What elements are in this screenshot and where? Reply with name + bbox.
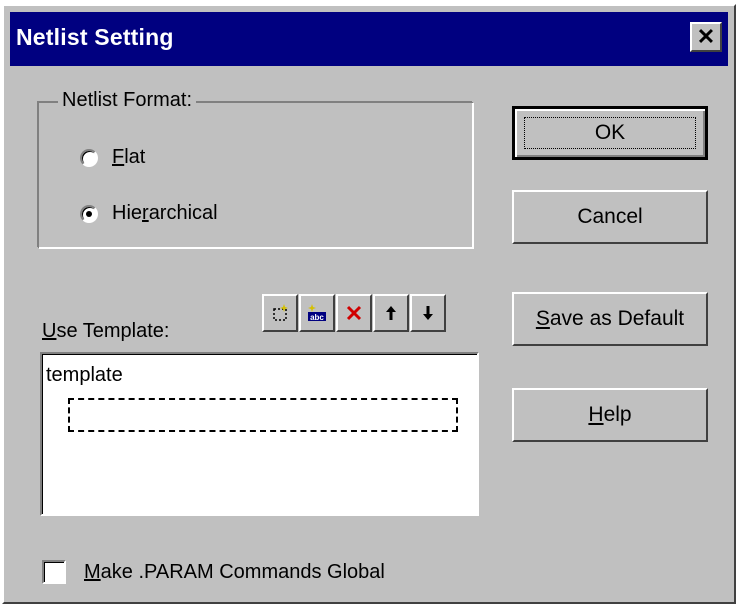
flat-label: Flat	[112, 146, 146, 168]
delete-template-button[interactable]	[336, 294, 372, 332]
help-label: Help	[588, 403, 632, 426]
netlist-format-legend: Netlist Format:	[58, 89, 197, 112]
netlist-format-group: Netlist Format: Flat Hierarchical	[38, 89, 473, 248]
svg-text:abc: abc	[310, 313, 324, 322]
help-button[interactable]: Help	[512, 388, 708, 442]
hierarchical-label: Hierarchical	[112, 202, 218, 224]
hierarchical-radio-option[interactable]: Hierarchical	[80, 202, 218, 225]
save-as-default-label: Save as Default	[535, 307, 685, 330]
move-up-icon	[386, 306, 396, 320]
make-param-global-checkbox[interactable]	[42, 560, 66, 584]
flat-radio[interactable]	[80, 148, 98, 167]
move-down-button[interactable]	[410, 294, 446, 332]
cancel-label: Cancel	[577, 205, 643, 228]
netlist-setting-dialog: Netlist Setting ✕ Netlist Format: Flat H…	[2, 4, 736, 604]
move-up-button[interactable]	[373, 294, 409, 332]
template-toolbar: abc	[262, 294, 447, 332]
save-as-default-button[interactable]: Save as Default	[512, 292, 708, 346]
window-title: Netlist Setting	[16, 24, 174, 50]
rename-icon: abc	[308, 304, 326, 322]
move-down-icon	[423, 306, 433, 320]
ok-button[interactable]: OK	[512, 106, 708, 160]
flat-radio-option[interactable]: Flat	[80, 146, 145, 169]
hierarchical-radio[interactable]	[80, 204, 98, 223]
new-template-edit-field[interactable]	[68, 398, 458, 432]
use-template-label: Use Template:	[42, 320, 170, 342]
make-param-global-option[interactable]: Make .PARAM Commands Global	[42, 560, 385, 584]
new-icon	[273, 304, 288, 321]
delete-icon	[346, 305, 362, 321]
rename-template-button[interactable]: abc	[299, 294, 335, 332]
close-icon: ✕	[696, 24, 716, 49]
new-template-button[interactable]	[262, 294, 298, 332]
focus-rectangle	[524, 117, 696, 149]
template-listbox[interactable]: template	[40, 352, 479, 516]
close-button[interactable]: ✕	[690, 22, 722, 52]
make-param-global-label: Make .PARAM Commands Global	[84, 560, 385, 583]
title-bar: Netlist Setting ✕	[10, 12, 728, 66]
cancel-button[interactable]: Cancel	[512, 190, 708, 244]
list-item[interactable]: template	[46, 364, 123, 387]
